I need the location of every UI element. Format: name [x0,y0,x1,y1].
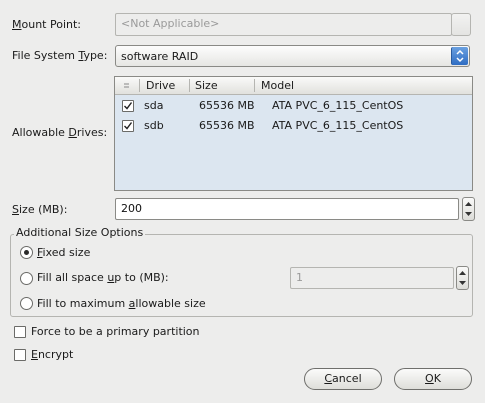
checkmark-icon [124,122,133,130]
fill-up-to-input: 1 [290,267,454,289]
force-primary-checkbox[interactable] [14,326,26,338]
row-drive: sda [144,99,164,112]
mount-point-value: <Not Applicable> [121,17,220,30]
spin-arrows-icon [465,202,472,216]
fs-type-value: software RAID [121,50,199,63]
fixed-size-radio[interactable] [20,246,33,259]
mount-point-label: Mount Point: [12,18,82,31]
row-model: ATA PVC_6_115_CentOS [272,99,404,112]
column-header-model[interactable]: Model [261,79,294,92]
fixed-size-label[interactable]: Fixed size [37,246,90,259]
cancel-button[interactable]: Cancel [304,368,382,390]
fill-up-to-radio[interactable] [20,272,33,285]
updown-arrows-icon [451,47,468,65]
fill-maximum-label[interactable]: Fill to maximum allowable size [37,297,206,310]
row-size: 65536 MB [199,119,255,132]
table-row[interactable]: sda 65536 MB ATA PVC_6_115_CentOS [115,95,472,115]
column-header-drive[interactable]: Drive [146,79,175,92]
spin-arrows-icon [459,271,466,285]
row-checkbox[interactable] [122,120,134,132]
drives-list[interactable]: Drive Size Model sda 65536 MB ATA PVC_6_… [114,76,473,191]
fill-up-to-value: 1 [296,271,303,284]
mount-point-dropdown-button [451,13,471,36]
fill-up-to-spinner[interactable] [456,266,469,290]
column-divider [189,79,190,92]
fs-type-combobox[interactable]: software RAID [115,45,470,67]
fill-up-to-label[interactable]: Fill all space up to (MB): [37,271,169,284]
table-row[interactable]: sdb 65536 MB ATA PVC_6_115_CentOS [115,115,472,135]
row-checkbox[interactable] [122,100,134,112]
force-primary-label[interactable]: Force to be a primary partition [31,325,200,338]
ok-button[interactable]: OK [394,368,472,390]
fill-maximum-radio[interactable] [20,297,33,310]
additional-size-options-title: Additional Size Options [14,226,146,239]
size-label: Size (MB): [12,203,68,216]
fs-type-label: File System Type: [12,49,108,62]
allowable-drives-label: Allowable Drives: [12,126,108,139]
column-header-size[interactable]: Size [195,79,218,92]
row-drive: sdb [144,119,164,132]
checkmark-icon [124,102,133,110]
size-value: 200 [121,202,142,215]
encrypt-checkbox[interactable] [14,349,26,361]
size-input[interactable]: 200 [115,198,459,220]
row-size: 65536 MB [199,99,255,112]
size-spinner[interactable] [462,197,475,221]
row-model: ATA PVC_6_115_CentOS [272,119,404,132]
mount-point-field: <Not Applicable> [115,13,452,36]
column-divider [139,79,140,92]
encrypt-label[interactable]: Encrypt [31,348,73,361]
drives-list-header: Drive Size Model [115,77,472,95]
select-all-icon[interactable] [121,80,132,91]
column-divider [254,79,255,92]
